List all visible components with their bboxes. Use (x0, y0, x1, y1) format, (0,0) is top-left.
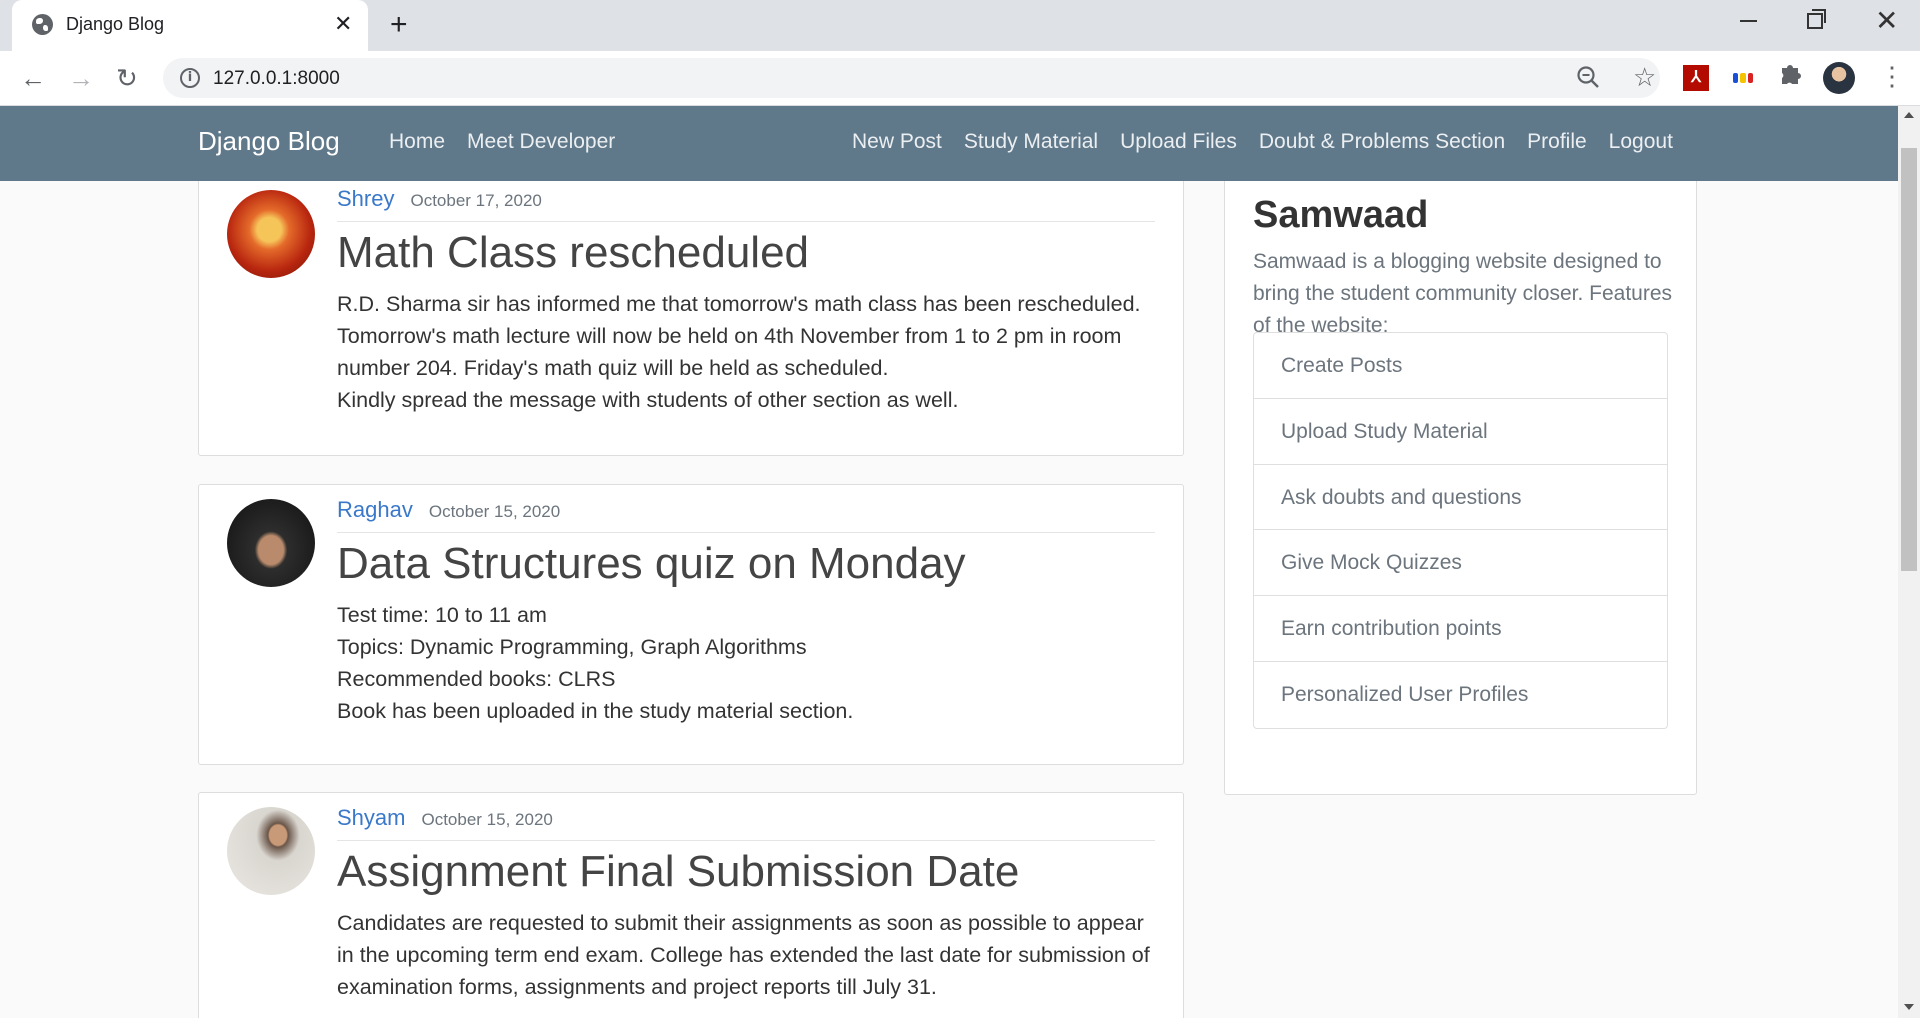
post-body: Test time: 10 to 11 am Topics: Dynamic P… (337, 599, 1155, 727)
nav-upload-files[interactable]: Upload Files (1120, 130, 1237, 154)
post-body-line: Book has been uploaded in the study mate… (337, 699, 854, 723)
post-author-link[interactable]: Raghav (337, 497, 413, 523)
scroll-thumb[interactable] (1901, 148, 1917, 571)
post-body-line: examination forms, assignments and proje… (337, 975, 937, 999)
browser-tabstrip: Django Blog ✕ + ✕ (0, 0, 1920, 51)
zoom-out-icon[interactable] (1575, 64, 1601, 90)
flag-extension-icon[interactable] (1733, 73, 1753, 83)
post-body-line: Tomorrow's math lecture will now be held… (337, 324, 1122, 348)
globe-icon (32, 14, 53, 35)
scroll-down-icon[interactable] (1904, 1004, 1914, 1010)
post-body-line: in the upcoming term end exam. College h… (337, 943, 1150, 967)
feature-item: Ask doubts and questions (1254, 465, 1667, 531)
address-bar[interactable]: i 127.0.0.1:8000 ☆ (163, 58, 1660, 98)
page-scrollbar[interactable] (1898, 106, 1920, 1018)
main-content: Shrey October 17, 2020 Math Class resche… (0, 181, 1898, 1018)
post-body-line: Test time: 10 to 11 am (337, 603, 547, 627)
post-author-link[interactable]: Shyam (337, 805, 405, 831)
tab-title: Django Blog (66, 14, 165, 34)
author-avatar[interactable] (227, 807, 315, 895)
sidebar-title: Samwaad (1253, 194, 1429, 236)
post-title[interactable]: Data Structures quiz on Monday (337, 539, 1163, 589)
pdf-extension-icon[interactable]: ⅄ (1683, 65, 1709, 91)
nav-logout[interactable]: Logout (1609, 130, 1673, 154)
post-title[interactable]: Math Class rescheduled (337, 228, 1163, 278)
post-body-line: Topics: Dynamic Programming, Graph Algor… (337, 635, 807, 659)
feature-item: Give Mock Quizzes (1254, 530, 1667, 597)
post-card: Shrey October 17, 2020 Math Class resche… (198, 181, 1184, 456)
back-icon[interactable]: ← (20, 61, 46, 95)
brand-logo[interactable]: Django Blog (198, 126, 340, 157)
post-card: Shyam October 15, 2020 Assignment Final … (198, 792, 1184, 1018)
post-card: Raghav October 15, 2020 Data Structures … (198, 484, 1184, 765)
site-navbar: Django Blog Home Meet Developer New Post… (0, 106, 1898, 181)
feature-list: Create Posts Upload Study Material Ask d… (1253, 332, 1668, 729)
window-close-icon[interactable]: ✕ (1875, 6, 1898, 36)
author-avatar[interactable] (227, 190, 315, 278)
puzzle-icon[interactable] (1779, 61, 1803, 87)
feature-item: Create Posts (1254, 333, 1667, 399)
post-title[interactable]: Assignment Final Submission Date (337, 847, 1163, 897)
url-text[interactable]: 127.0.0.1:8000 (213, 68, 340, 90)
post-body: R.D. Sharma sir has informed me that tom… (337, 288, 1155, 416)
post-body-line: Kindly spread the message with students … (337, 388, 959, 412)
feature-item: Upload Study Material (1254, 399, 1667, 465)
sidebar-card: Samwaad Samwaad is a blogging website de… (1224, 181, 1697, 795)
nav-study-material[interactable]: Study Material (964, 130, 1098, 154)
post-meta: Shyam October 15, 2020 (337, 803, 1155, 841)
nav-meet-developer[interactable]: Meet Developer (467, 130, 615, 154)
post-body-line: Candidates are requested to submit their… (337, 911, 1144, 935)
nav-home[interactable]: Home (389, 130, 445, 154)
post-body-line: R.D. Sharma sir has informed me that tom… (337, 292, 1141, 316)
forward-icon[interactable]: → (68, 61, 94, 95)
post-body-line: Recommended books: CLRS (337, 667, 616, 691)
restore-icon[interactable] (1807, 9, 1826, 29)
plus-icon[interactable]: + (390, 8, 408, 42)
post-body: Candidates are requested to submit their… (337, 907, 1155, 1003)
minimize-icon[interactable] (1740, 20, 1757, 22)
browser-toolbar: ← → ↻ i 127.0.0.1:8000 ☆ ⅄ ⋮ (0, 51, 1920, 106)
reload-icon[interactable]: ↻ (116, 61, 138, 95)
post-date: October 17, 2020 (410, 191, 542, 210)
nav-left: Home Meet Developer (389, 130, 615, 154)
nav-doubt-problems[interactable]: Doubt & Problems Section (1259, 130, 1505, 154)
menu-icon[interactable]: ⋮ (1879, 61, 1905, 91)
feature-item: Earn contribution points (1254, 596, 1667, 662)
author-avatar[interactable] (227, 499, 315, 587)
post-meta: Shrey October 17, 2020 (337, 184, 1155, 222)
feature-item: Personalized User Profiles (1281, 682, 1529, 706)
nav-new-post[interactable]: New Post (852, 130, 942, 154)
star-icon[interactable]: ☆ (1633, 62, 1656, 93)
sidebar-description: Samwaad is a blogging website designed t… (1253, 250, 1673, 337)
post-body-line: number 204. Friday's math quiz will be h… (337, 356, 889, 380)
scroll-up-icon[interactable] (1904, 112, 1914, 118)
nav-profile[interactable]: Profile (1527, 130, 1587, 154)
post-author-link[interactable]: Shrey (337, 186, 394, 212)
post-meta: Raghav October 15, 2020 (337, 495, 1155, 533)
post-date: October 15, 2020 (428, 502, 561, 521)
info-icon[interactable]: i (180, 68, 200, 88)
nav-right: New Post Study Material Upload Files Dou… (852, 130, 1673, 154)
close-icon[interactable]: ✕ (334, 10, 352, 38)
browser-tab[interactable]: Django Blog ✕ (12, 0, 368, 51)
profile-avatar[interactable] (1823, 62, 1855, 94)
post-date: October 15, 2020 (421, 810, 553, 829)
